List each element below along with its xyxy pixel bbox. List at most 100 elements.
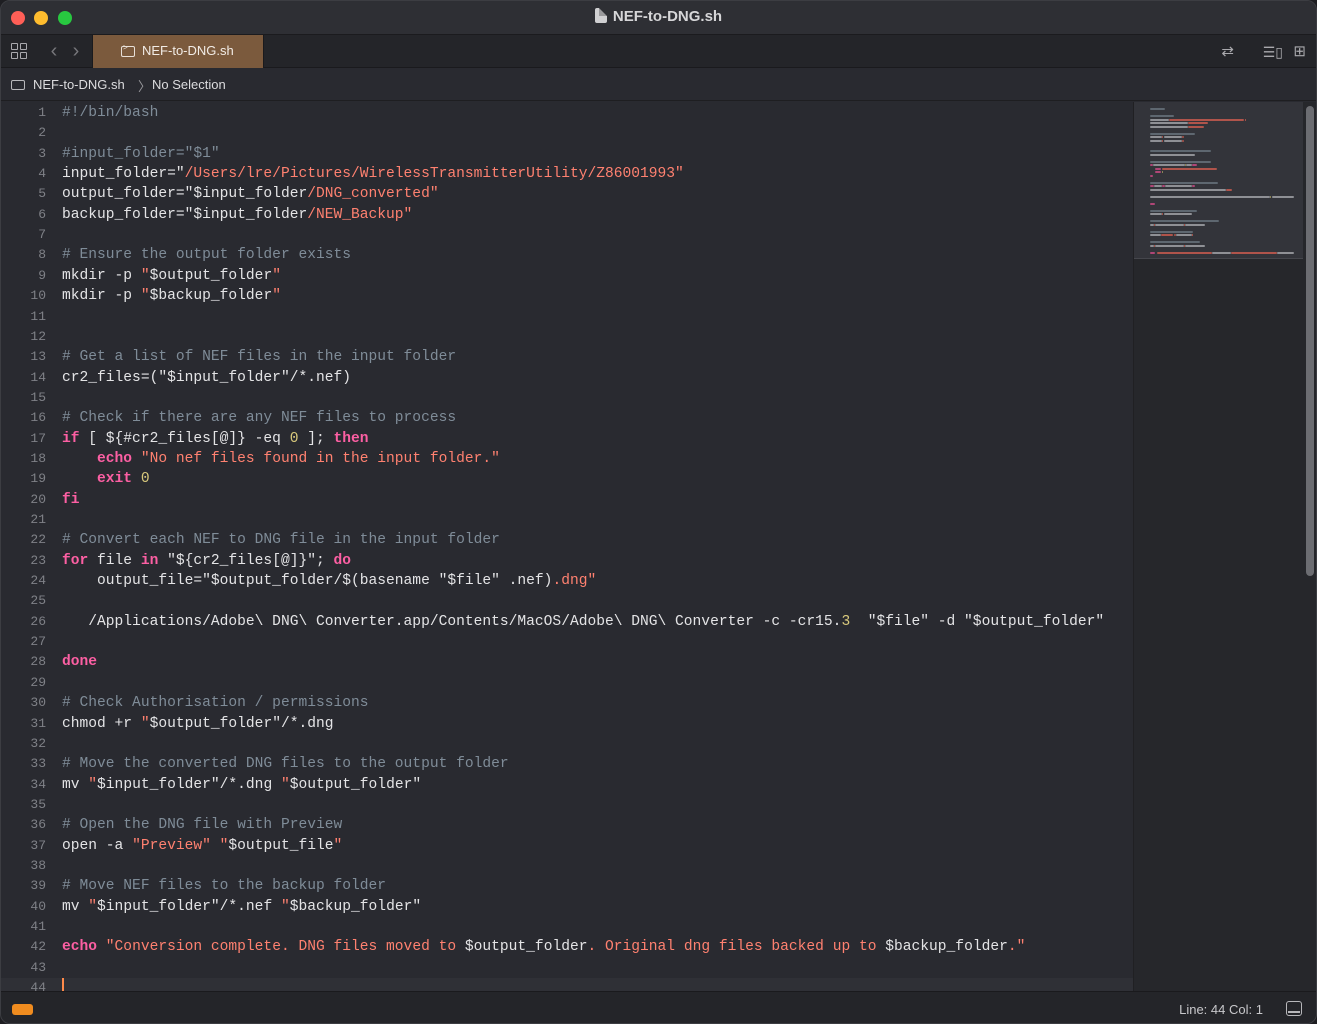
code-line[interactable]: 1 #!/bin/bash [1,103,1133,123]
minimap[interactable] [1133,102,1304,991]
code-text: # Convert each NEF to DNG file in the in… [62,530,500,550]
code-line[interactable]: 29 [1,673,1133,693]
tab-label: NEF-to-DNG.sh [142,43,234,58]
minimap-stroke [1150,202,1156,205]
tab-bar: ‹ › NEF-to-DNG.sh ⇄ ☰▯ ⊞ [1,35,1316,68]
scrollbar-thumb[interactable] [1306,106,1314,576]
minimap-stroke [1150,136,1163,138]
terminal-file-icon [11,80,25,90]
minimap-toggle-icon[interactable]: ☰▯ [1263,43,1283,61]
code-line[interactable]: 8 # Ensure the output folder exists [1,245,1133,265]
line-number: 7 [38,227,46,243]
line-number: 37 [30,837,46,853]
code-text: # Check if there are any NEF files to pr… [62,408,456,428]
code-line[interactable]: 28 done [1,652,1133,672]
code-line[interactable]: 44 [1,978,1133,991]
minimap-stroke [1160,234,1173,236]
code-line[interactable]: 19 exit 0 [1,469,1133,489]
code-line[interactable]: 10 mkdir -p "$backup_folder" [1,286,1133,306]
code-line[interactable]: 41 [1,917,1133,937]
minimap-stroke [1155,223,1184,226]
code-line[interactable]: 5 output_folder="$input_folder/DNG_conver… [1,184,1133,204]
tab-nef-to-dng[interactable]: NEF-to-DNG.sh [92,35,264,68]
code-line[interactable]: 16 # Check if there are any NEF files to … [1,408,1133,428]
code-line[interactable]: 4 input_folder="/Users/lre/Pictures/Wirel… [1,164,1133,184]
code-token: do [333,552,352,569]
title-bar: NEF-to-DNG.sh [1,1,1316,35]
code-token: "No nef files found in the input folder.… [140,450,500,467]
code-editor[interactable]: 1 #!/bin/bash 2 3 #input_folder="$1" 4 input_f… [1,102,1133,991]
add-editor-icon[interactable]: ⊞ [1293,43,1306,61]
code-line[interactable]: 12 [1,327,1133,347]
code-token: then [333,430,369,447]
code-text: exit 0 [62,469,150,489]
code-line[interactable]: 14 cr2_files=("$input_folder"/*.nef) [1,368,1133,388]
code-text: for file in "${cr2_files[@]}"; do [62,551,351,571]
code-token: $output_folder" [289,776,422,793]
line-number: 24 [30,573,46,589]
minimap-stroke [1162,167,1218,170]
code-token: exit [97,471,133,488]
status-indicator[interactable] [12,1004,33,1015]
code-line[interactable]: 13 # Get a list of NEF files in the input… [1,347,1133,367]
panel-icon[interactable] [1286,1001,1302,1016]
code-line[interactable]: 2 [1,123,1133,143]
code-line[interactable]: 15 [1,388,1133,408]
grid-icon[interactable] [10,42,28,60]
code-line[interactable]: 33 # Move the converted DNG files to the … [1,754,1133,774]
code-line[interactable]: 3 #input_folder="$1" [1,144,1133,164]
code-line[interactable]: 34 mv "$input_folder"/*.dng "$output_fold… [1,775,1133,795]
forward-icon[interactable]: › [67,41,85,61]
code-text: # Ensure the output folder exists [62,245,351,265]
code-line[interactable]: 20 fi [1,490,1133,510]
code-line[interactable]: 18 echo "No nef files found in the input… [1,449,1133,469]
line-number: 16 [30,410,46,426]
breadcrumb-selection[interactable]: No Selection [152,77,226,92]
code-line[interactable]: 39 # Move NEF files to the backup folder [1,876,1133,896]
code-token: input_folder=" [62,166,185,183]
line-number: 22 [30,532,46,548]
code-token: echo [62,939,98,956]
code-line[interactable]: 35 [1,795,1133,815]
code-line[interactable]: 9 mkdir -p "$output_folder" [1,266,1133,286]
code-line[interactable]: 7 [1,225,1133,245]
code-line[interactable]: 11 [1,307,1133,327]
minimap-stroke [1185,223,1206,226]
code-text: open -a "Preview" "$output_file" [62,836,342,856]
minimap-stroke [1150,209,1198,212]
code-line[interactable]: 22 # Convert each NEF to DNG file in the … [1,530,1133,550]
minimap-stroke [1150,195,1271,198]
line-number: 18 [30,450,46,466]
minimap-stroke [1150,188,1226,191]
breadcrumb-separator: 〉 [138,79,152,94]
line-number: 30 [30,695,46,711]
code-line[interactable]: 38 [1,856,1133,876]
vertical-scrollbar[interactable] [1303,102,1316,991]
code-token: /NEW_Backup" [307,206,413,223]
breadcrumb-file[interactable]: NEF-to-DNG.sh [33,77,125,92]
code-line[interactable]: 31 chmod +r "$output_folder"/*.dng [1,714,1133,734]
code-line[interactable]: 30 # Check Authorisation / permissions [1,693,1133,713]
code-line[interactable]: 21 [1,510,1133,530]
code-token: "$file" -d "$output_folder" [850,613,1105,630]
code-line[interactable]: 25 [1,591,1133,611]
minimap-stroke [1150,108,1165,110]
back-icon[interactable]: ‹ [45,41,63,61]
code-line[interactable]: 40 mv "$input_folder"/*.nef "$backup_fold… [1,897,1133,917]
code-line[interactable]: 36 # Open the DNG file with Preview [1,815,1133,835]
code-line[interactable]: 17 if [ ${#cr2_files[@]} -eq 0 ]; then [1,429,1133,449]
code-line[interactable]: 23 for file in "${cr2_files[@]}"; do [1,551,1133,571]
code-line[interactable]: 24 output_file="$output_folder/$(basenam… [1,571,1133,591]
code-line[interactable]: 32 [1,734,1133,754]
code-line[interactable]: 6 backup_folder="$input_folder/NEW_Backup… [1,205,1133,225]
code-line[interactable]: 26 /Applications/Adobe\ DNG\ Converter.a… [1,612,1133,632]
code-line[interactable]: 27 [1,632,1133,652]
code-line[interactable]: 37 open -a "Preview" "$output_file" [1,836,1133,856]
code-token: in [140,552,159,569]
line-number: 1 [38,105,46,120]
code-line[interactable]: 43 [1,958,1133,978]
code-line[interactable]: 42 echo "Conversion complete. DNG files m… [1,937,1133,957]
swap-icon[interactable]: ⇄ [1221,43,1234,61]
code-token: 0 [140,471,150,488]
